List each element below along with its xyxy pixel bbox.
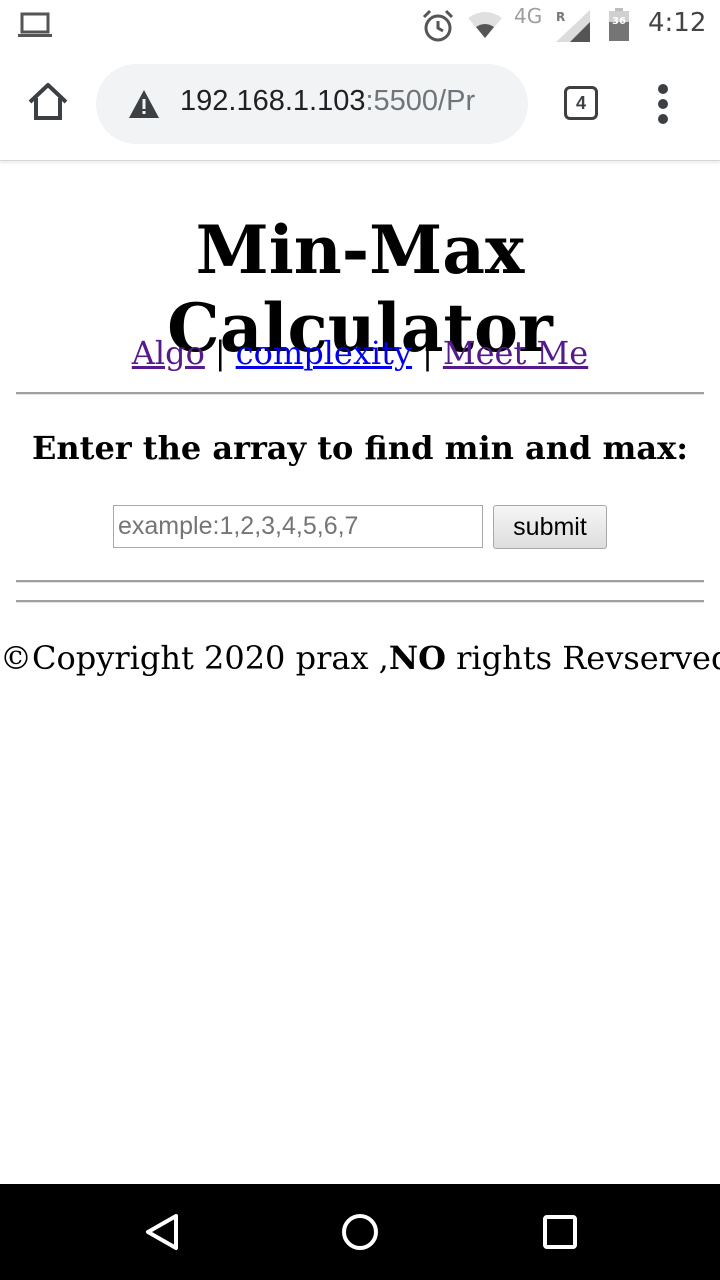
- divider: [16, 392, 704, 395]
- address-bar[interactable]: 192.168.1.103:5500/Pr: [96, 64, 528, 144]
- submit-button[interactable]: submit: [493, 505, 607, 549]
- menu-dot: [658, 84, 668, 94]
- menu-dot: [658, 114, 668, 124]
- url-path: :5500/Pr: [365, 85, 476, 117]
- footer-prefix: ©Copyright 2020 prax ,: [0, 639, 389, 677]
- alarm-clock-icon: [422, 9, 454, 42]
- nav-separator: |: [214, 334, 226, 372]
- network-type: 4G: [514, 4, 543, 28]
- warning-icon[interactable]: [128, 89, 160, 119]
- home-circle-icon[interactable]: [340, 1212, 380, 1252]
- recent-apps-icon[interactable]: [542, 1214, 578, 1250]
- browser-toolbar: 192.168.1.103:5500/Pr 4: [0, 50, 720, 161]
- array-prompt: Enter the array to find min and max:: [32, 429, 688, 467]
- nav-separator: |: [422, 334, 433, 372]
- clock: 4:12: [648, 8, 707, 38]
- url-host: 192.168.1.103: [180, 85, 366, 117]
- battery-level: 36: [612, 16, 626, 27]
- overflow-menu-icon[interactable]: [652, 84, 674, 124]
- laptop-icon: [18, 12, 52, 37]
- footer-suffix: rights Revserved.: [445, 639, 720, 677]
- status-bar: 4G R 36 4:12: [0, 0, 720, 50]
- divider: [16, 580, 704, 583]
- footer-bold: NO: [388, 639, 446, 677]
- page-nav: Algo | complexity | Meet Me: [0, 334, 720, 372]
- tab-switcher-button[interactable]: 4: [564, 86, 598, 120]
- system-nav-bar: [0, 1184, 720, 1280]
- copyright-footer: ©Copyright 2020 prax ,NO rights Revserve…: [0, 639, 720, 677]
- nav-link-complexity[interactable]: complexity: [236, 334, 412, 372]
- back-icon[interactable]: [142, 1212, 182, 1252]
- menu-dot: [658, 99, 668, 109]
- nav-link-meet-me[interactable]: Meet Me: [443, 334, 588, 372]
- array-input[interactable]: [113, 505, 483, 548]
- divider: [16, 600, 704, 603]
- nav-link-algo[interactable]: Algo: [132, 334, 205, 372]
- home-icon[interactable]: [26, 80, 70, 124]
- wifi-icon: [468, 12, 502, 38]
- roaming-indicator: R: [556, 10, 566, 24]
- url-text[interactable]: 192.168.1.103:5500/Pr: [180, 85, 475, 118]
